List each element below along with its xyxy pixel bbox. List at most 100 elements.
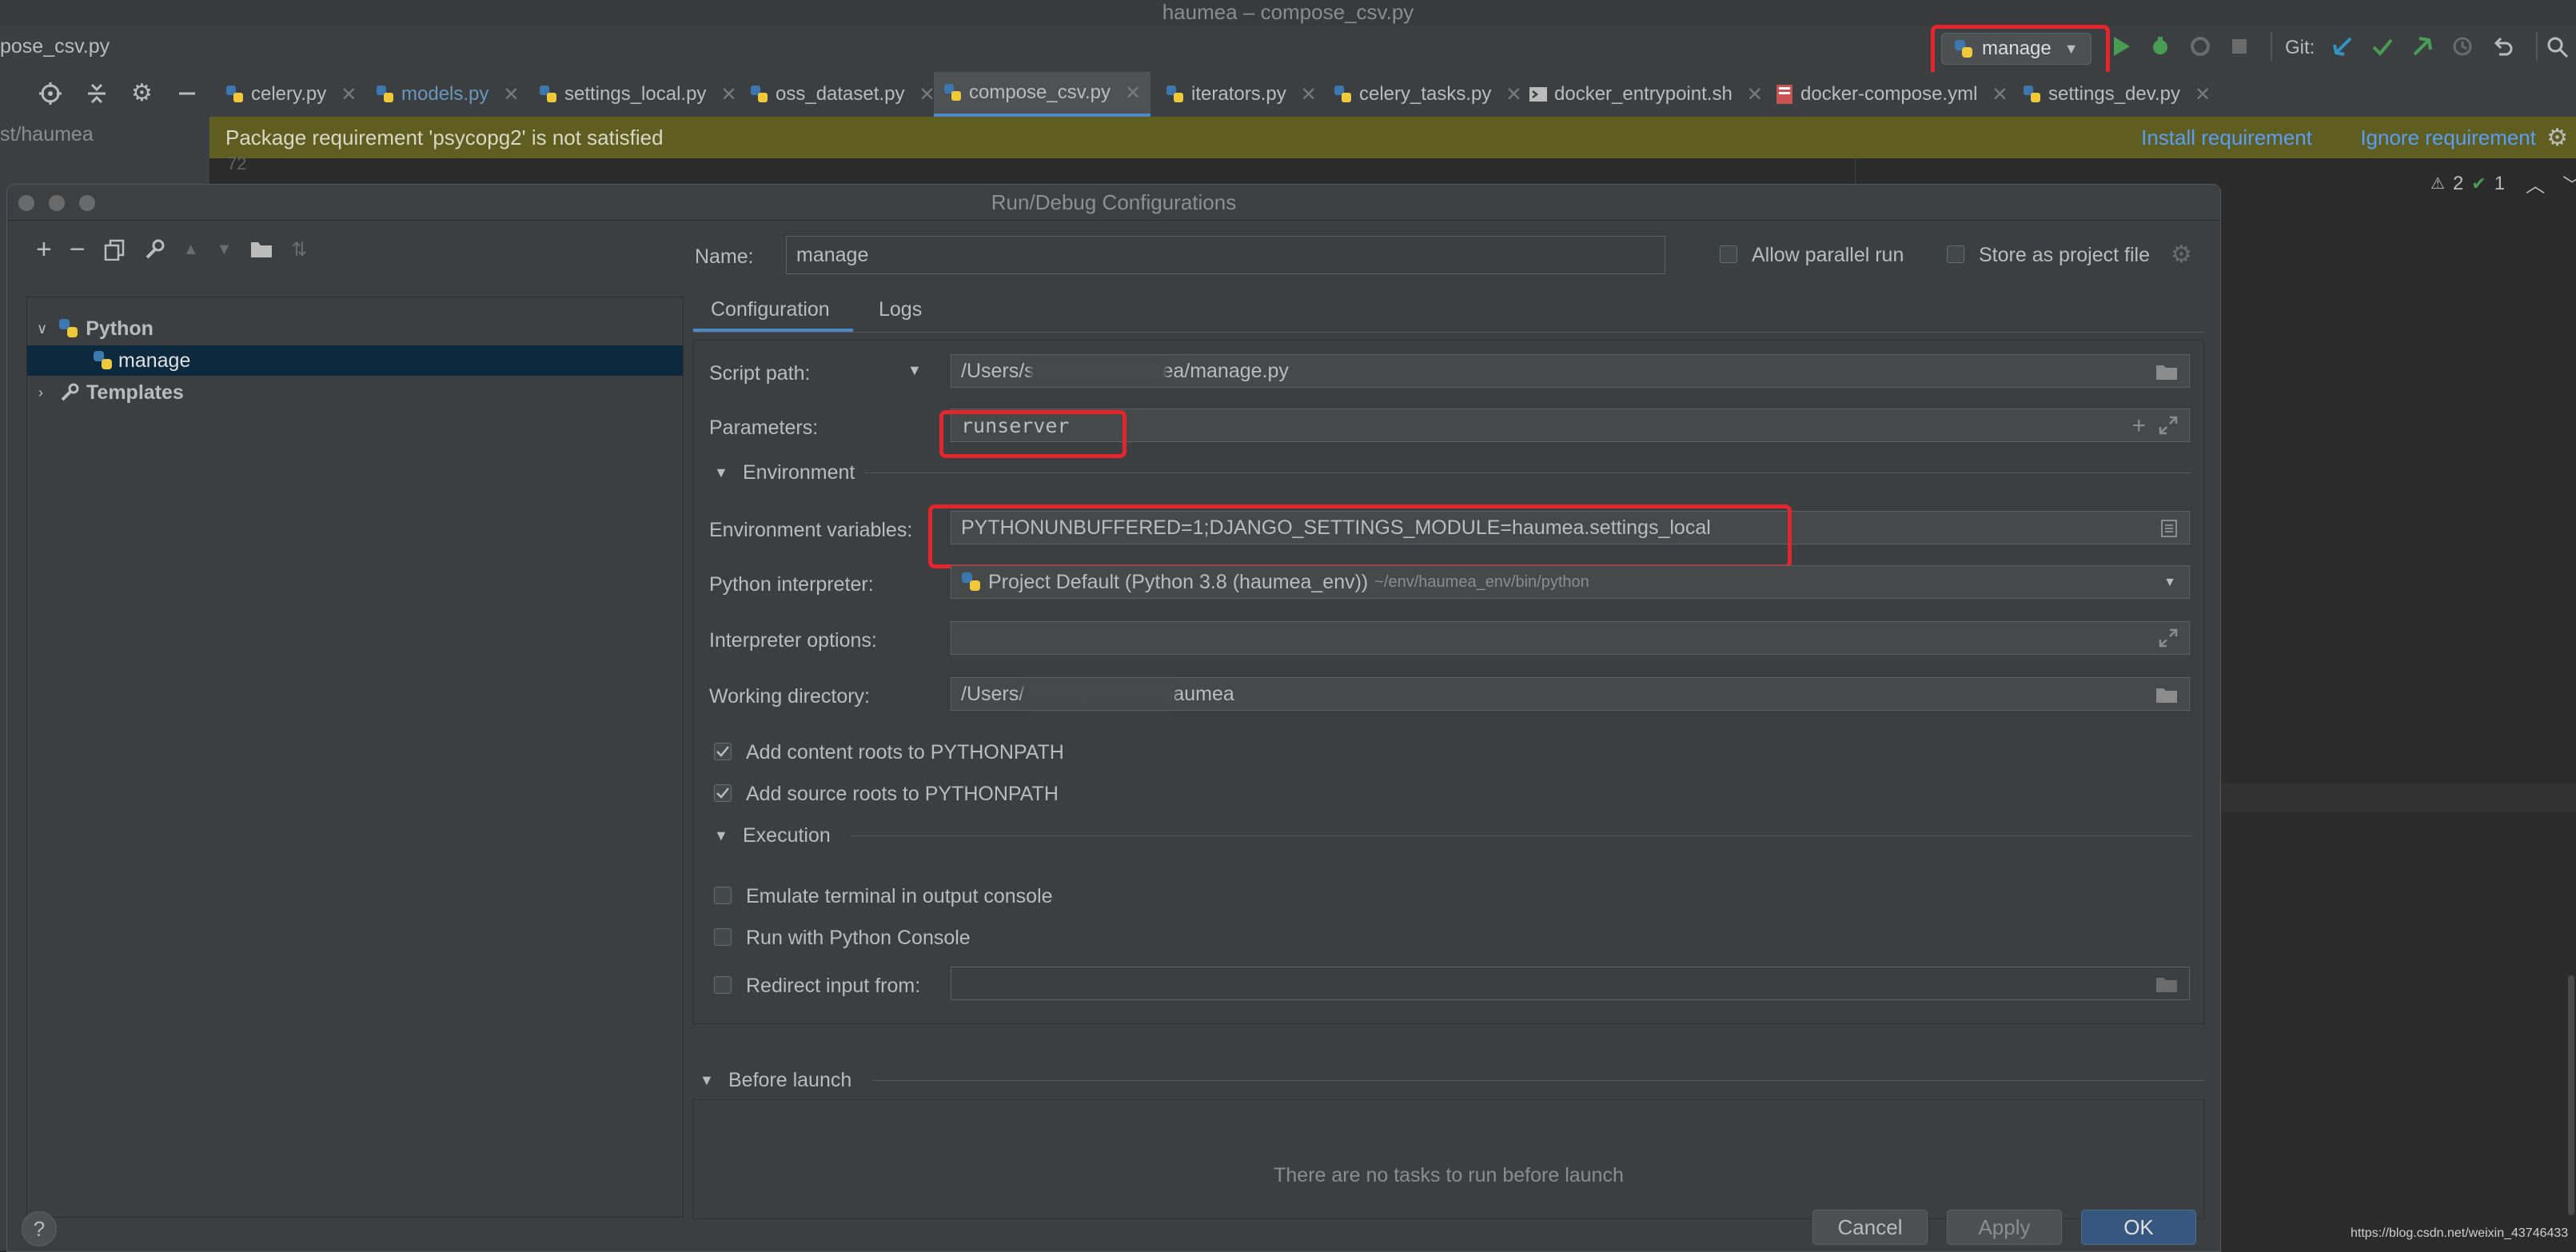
- script-path-label: Script path:: [709, 362, 811, 385]
- editor-tab[interactable]: settings_local.py ✕: [539, 72, 737, 117]
- close-icon[interactable]: ✕: [503, 83, 519, 106]
- content-roots-checkbox[interactable]: [714, 743, 732, 760]
- chevron-down-icon[interactable]: ▼: [714, 465, 728, 481]
- requirement-banner: Package requirement 'psycopg2' is not sa…: [209, 117, 2576, 158]
- debug-icon[interactable]: [2149, 35, 2171, 58]
- chevron-down-icon[interactable]: ▼: [2163, 576, 2176, 590]
- ok-button[interactable]: OK: [2081, 1210, 2196, 1245]
- cancel-button[interactable]: Cancel: [1812, 1210, 1928, 1245]
- breadcrumb-file[interactable]: pose_csv.py: [0, 35, 110, 58]
- git-update-icon[interactable]: [2331, 35, 2354, 58]
- close-icon[interactable]: ✕: [2195, 83, 2211, 106]
- close-icon[interactable]: ✕: [341, 83, 357, 106]
- close-icon[interactable]: ✕: [919, 83, 935, 106]
- edit-list-icon[interactable]: [2160, 519, 2178, 538]
- run-icon[interactable]: [2111, 35, 2131, 58]
- folder-icon[interactable]: [2155, 686, 2178, 704]
- editor-tab-bar: ⚙ celery.py ✕ models.py ✕ settings_local.p…: [0, 72, 2576, 118]
- chevron-down-icon[interactable]: ▼: [907, 362, 922, 379]
- inspection-widget[interactable]: ⚠2 ✔1 ︿ ﹀: [2430, 169, 2576, 197]
- source-roots-checkbox[interactable]: [714, 784, 732, 802]
- stop-icon[interactable]: [2229, 36, 2250, 57]
- editor-tab[interactable]: iterators.py ✕: [1166, 72, 1317, 117]
- minimize-window-button[interactable]: [49, 195, 65, 211]
- locate-icon[interactable]: [38, 82, 62, 106]
- expand-icon[interactable]: [2159, 416, 2178, 435]
- move-up-icon[interactable]: ▲: [183, 241, 199, 259]
- editor-tab[interactable]: oss_dataset.py ✕: [750, 72, 935, 117]
- tree-node-templates[interactable]: › Templates: [27, 377, 683, 408]
- wrench-icon[interactable]: [143, 238, 165, 261]
- folder-icon[interactable]: [2155, 975, 2178, 993]
- close-icon[interactable]: ✕: [1125, 82, 1141, 105]
- redirect-input-checkbox[interactable]: [714, 976, 732, 994]
- git-toolbar: [2331, 35, 2514, 58]
- zoom-window-button[interactable]: [79, 195, 95, 211]
- history-icon[interactable]: [2451, 35, 2474, 58]
- help-button[interactable]: ?: [22, 1211, 57, 1246]
- allow-parallel-checkbox[interactable]: [1720, 245, 1737, 263]
- name-input[interactable]: manage: [786, 236, 1665, 274]
- remove-icon[interactable]: −: [70, 236, 86, 263]
- git-push-icon[interactable]: [2411, 35, 2434, 58]
- banner-message: Package requirement 'psycopg2' is not sa…: [225, 125, 664, 150]
- copy-icon[interactable]: [103, 238, 126, 261]
- editor-tab[interactable]: docker-compose.yml ✕: [1775, 72, 2008, 117]
- editor-tab[interactable]: celery_tasks.py ✕: [1334, 72, 1522, 117]
- move-down-icon[interactable]: ▼: [217, 241, 233, 259]
- redirect-input-label: Redirect input from:: [746, 975, 921, 997]
- gear-icon[interactable]: ⚙: [2546, 124, 2568, 152]
- tree-node-python[interactable]: ∨ Python: [27, 313, 683, 344]
- editor-tab[interactable]: models.py ✕: [376, 72, 520, 117]
- chevron-down-icon[interactable]: ▼: [700, 1072, 714, 1089]
- editor-tab[interactable]: docker_entrypoint.sh ✕: [1529, 72, 1763, 117]
- section-divider: [864, 472, 2191, 473]
- chevron-down-icon[interactable]: ∨: [37, 321, 47, 337]
- store-project-checkbox[interactable]: [1947, 245, 1964, 263]
- git-commit-icon[interactable]: [2371, 35, 2394, 58]
- project-path[interactable]: st/haumea: [0, 123, 94, 146]
- editor-scrollbar[interactable]: [2568, 975, 2574, 1215]
- editor-tab-active[interactable]: compose_csv.py ✕: [934, 72, 1151, 117]
- gear-icon[interactable]: ⚙: [2171, 241, 2192, 269]
- emulate-terminal-checkbox[interactable]: [714, 887, 732, 904]
- chevron-down-icon[interactable]: ▼: [714, 827, 728, 844]
- run-toolbar: [2111, 35, 2250, 58]
- minimize-icon[interactable]: [175, 82, 199, 106]
- close-icon[interactable]: ✕: [1747, 83, 1763, 106]
- chevron-up-icon[interactable]: ︿: [2526, 169, 2545, 197]
- tab-configuration[interactable]: Configuration: [693, 289, 853, 332]
- folder-add-icon[interactable]: [249, 239, 273, 260]
- interpreter-select[interactable]: Project Default (Python 3.8 (haumea_env)…: [951, 565, 2190, 599]
- search-icon[interactable]: [2546, 35, 2570, 59]
- add-icon[interactable]: +: [2131, 413, 2146, 440]
- close-icon[interactable]: ✕: [720, 83, 736, 106]
- tree-node-manage[interactable]: manage: [27, 345, 683, 376]
- expand-icon[interactable]: [2159, 628, 2178, 648]
- sort-icon[interactable]: ⇅: [291, 238, 307, 261]
- line-number: 72: [227, 154, 247, 173]
- interpreter-options-input[interactable]: [951, 621, 2190, 655]
- close-icon[interactable]: ✕: [1301, 83, 1317, 106]
- install-requirement-link[interactable]: Install requirement: [2141, 126, 2312, 150]
- editor-tab[interactable]: celery.py ✕: [225, 72, 357, 117]
- warning-icon: ⚠: [2430, 175, 2445, 193]
- apply-button[interactable]: Apply: [1947, 1210, 2062, 1245]
- ignore-requirement-link[interactable]: Ignore requirement: [2360, 126, 2536, 150]
- close-icon[interactable]: ✕: [1992, 83, 2008, 106]
- collapse-all-icon[interactable]: [85, 82, 109, 106]
- close-icon[interactable]: ✕: [1505, 83, 1521, 106]
- editor-tab[interactable]: settings_dev.py ✕: [2023, 72, 2211, 117]
- rollback-icon[interactable]: [2491, 35, 2514, 58]
- close-window-button[interactable]: [18, 195, 34, 211]
- run-console-checkbox[interactable]: [714, 928, 732, 946]
- chevron-down-icon[interactable]: ﹀: [2562, 169, 2576, 197]
- tab-logs[interactable]: Logs: [867, 289, 939, 332]
- folder-icon[interactable]: [2155, 363, 2178, 381]
- parameters-input[interactable]: runserver +: [951, 409, 2190, 442]
- add-icon[interactable]: +: [36, 236, 52, 263]
- coverage-icon[interactable]: [2189, 35, 2211, 58]
- redirect-input-field[interactable]: [951, 967, 2190, 1000]
- chevron-right-icon[interactable]: ›: [38, 385, 43, 401]
- gear-icon[interactable]: ⚙: [131, 82, 153, 106]
